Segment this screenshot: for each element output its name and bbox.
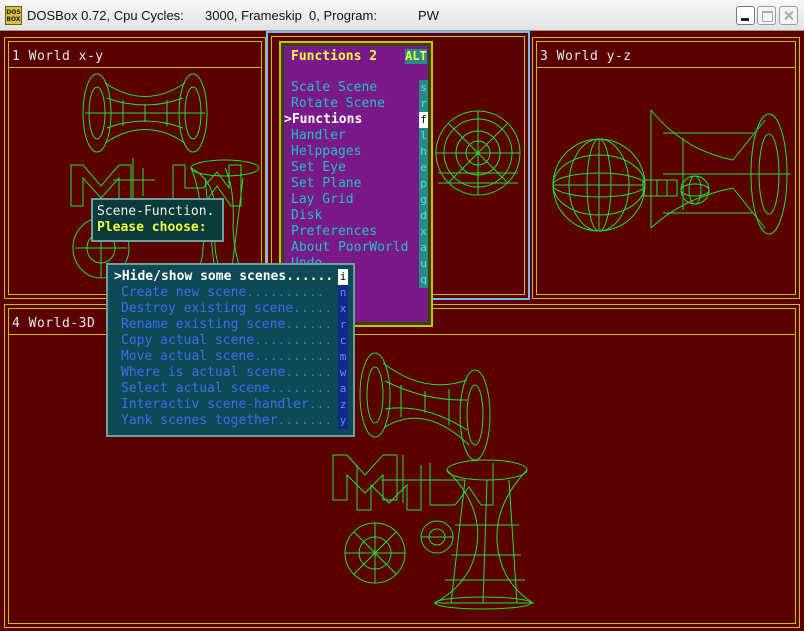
functions-menu-item[interactable]: Handler l [284,128,428,144]
functions-menu-item-label: Preferences [291,224,378,239]
functions-menu-item-label: Disk [291,208,323,223]
scene-menu-hotkey: c [338,333,348,349]
wireframe-scene-yz [552,109,791,235]
functions-menu-hotkey: a [419,240,428,256]
viewport-world-yz[interactable]: 3 World y-z [532,37,800,299]
scene-menu-item-label: Where is actual scene...... [121,365,333,380]
close-icon[interactable] [779,6,798,25]
functions-menu-item-label: >Functions [284,112,363,127]
alt-badge[interactable]: ALT [405,49,427,64]
scene-function-menu[interactable]: >Hide/show some scenes...... i Create new … [106,263,355,437]
window-titlebar[interactable]: DOS BOX DOSBox 0.72, Cpu Cycles: 3000, Fr… [0,0,804,31]
wireframe-scene-xy [70,73,260,279]
functions-menu-item[interactable]: Set Eye e [284,160,428,176]
scene-menu-item-label: Copy actual scene.......... [121,333,333,348]
scene-menu-hotkey: n [338,285,348,301]
scene-menu-hotkey: w [338,365,348,381]
title-app-cycles-label: DOSBox 0.72, Cpu Cycles: [27,8,184,23]
functions-menu-hotkey: q [419,272,428,288]
functions-menu-hotkey: g [419,192,428,208]
functions-menu-item[interactable]: Rotate Scene r [284,96,428,112]
functions-menu-item[interactable]: Preferences x [284,224,428,240]
maximize-icon[interactable] [757,6,776,25]
menu-title: Functions 2 [291,49,378,64]
functions-menu-item[interactable]: Set Plane p [284,176,428,192]
functions-menu-item[interactable]: Disk d [284,208,428,224]
functions-menu-item[interactable]: About PoorWorld a [284,240,428,256]
title-program-name: PW [418,8,439,23]
scene-menu-item-label: Select actual scene........ [121,381,333,396]
scene-menu-item[interactable]: Select actual scene........ a [108,381,353,397]
scene-menu-item-label: Create new scene.......... [121,285,325,300]
scene-menu-item-label: >Hide/show some scenes...... [114,269,334,284]
functions-menu-hotkey: x [419,224,428,240]
prompt-instruction: Please choose: [97,220,207,235]
viewport-world-xy[interactable]: 1 World x-y [4,37,266,299]
functions-menu-hotkey: d [419,208,428,224]
menu-item-list: Scale Scene s Rotate Scene r >Functions f Hand… [284,80,428,288]
scene-menu-hotkey: m [338,349,348,365]
scene-function-prompt: Scene-Function. Please choose: [91,198,224,242]
functions-menu-item[interactable]: Lay Grid g [284,192,428,208]
functions-menu-item-label: Helppages [291,144,362,159]
functions-menu-item[interactable]: Helppages h [284,144,428,160]
scene-menu-item[interactable]: Rename existing scene...... r [108,317,353,333]
functions-menu-item-label: About PoorWorld [291,240,409,255]
prompt-heading: Scene-Function. [97,204,215,219]
scene-menu-item-label: Yank scenes together....... [121,413,333,428]
functions-menu-hotkey: s [419,80,428,96]
scene-menu-hotkey: z [338,397,348,413]
scene-menu-hotkey: i [338,269,348,285]
scene-menu-item[interactable]: Where is actual scene...... w [108,365,353,381]
scene-menu-item[interactable]: Create new scene.......... n [108,285,353,301]
scene-menu-item-label: Rename existing scene...... [121,317,333,332]
dosbox-app-icon[interactable]: DOS BOX [5,6,22,25]
scene-menu-hotkey: y [338,413,348,429]
minimize-icon[interactable] [736,6,755,25]
functions-menu-item-label: Set Plane [291,176,362,191]
scene-menu-item[interactable]: Move actual scene.......... m [108,349,353,365]
functions-menu-item-label: Set Eye [291,160,346,175]
functions-menu-hotkey: r [419,96,428,112]
functions-menu-item-label: Lay Grid [291,192,354,207]
functions-menu-hotkey: e [419,160,428,176]
functions-menu-item-label: Scale Scene [291,80,378,95]
scene-menu-item-label: Destroy existing scene..... [121,301,333,316]
scene-menu-hotkey: a [338,381,348,397]
scene-menu-item[interactable]: Destroy existing scene..... x [108,301,353,317]
functions-menu-hotkey: h [419,144,428,160]
title-cycles-value: 3000, Frameskip 0, Program: [205,8,377,23]
scene-menu-hotkey: x [338,301,348,317]
functions-menu-hotkey: l [419,128,428,144]
dos-screen[interactable]: 1 World x-y 3 World y-z 4 World-3D Funct… [0,31,804,631]
functions-menu-hotkey: u [419,256,428,272]
scene-menu-item[interactable]: Yank scenes together....... y [108,413,353,429]
scene-menu-item-label: Move actual scene.......... [121,349,333,364]
functions-menu-hotkey: f [419,112,428,128]
menu-item-list: >Hide/show some scenes...... i Create new … [108,269,353,429]
functions-menu-item[interactable]: >Functions f [284,112,428,128]
functions-menu-item[interactable]: Scale Scene s [284,80,428,96]
functions-menu-hotkey: p [419,176,428,192]
scene-menu-item-label: Interactiv scene-handler... [121,397,333,412]
functions-menu-item-label: Handler [291,128,346,143]
functions-menu-item-label: Rotate Scene [291,96,385,111]
scene-menu-item[interactable]: Interactiv scene-handler... z [108,397,353,413]
scene-menu-item[interactable]: Copy actual scene.......... c [108,333,353,349]
scene-menu-item[interactable]: >Hide/show some scenes...... i [108,269,353,285]
scene-menu-hotkey: r [338,317,348,333]
